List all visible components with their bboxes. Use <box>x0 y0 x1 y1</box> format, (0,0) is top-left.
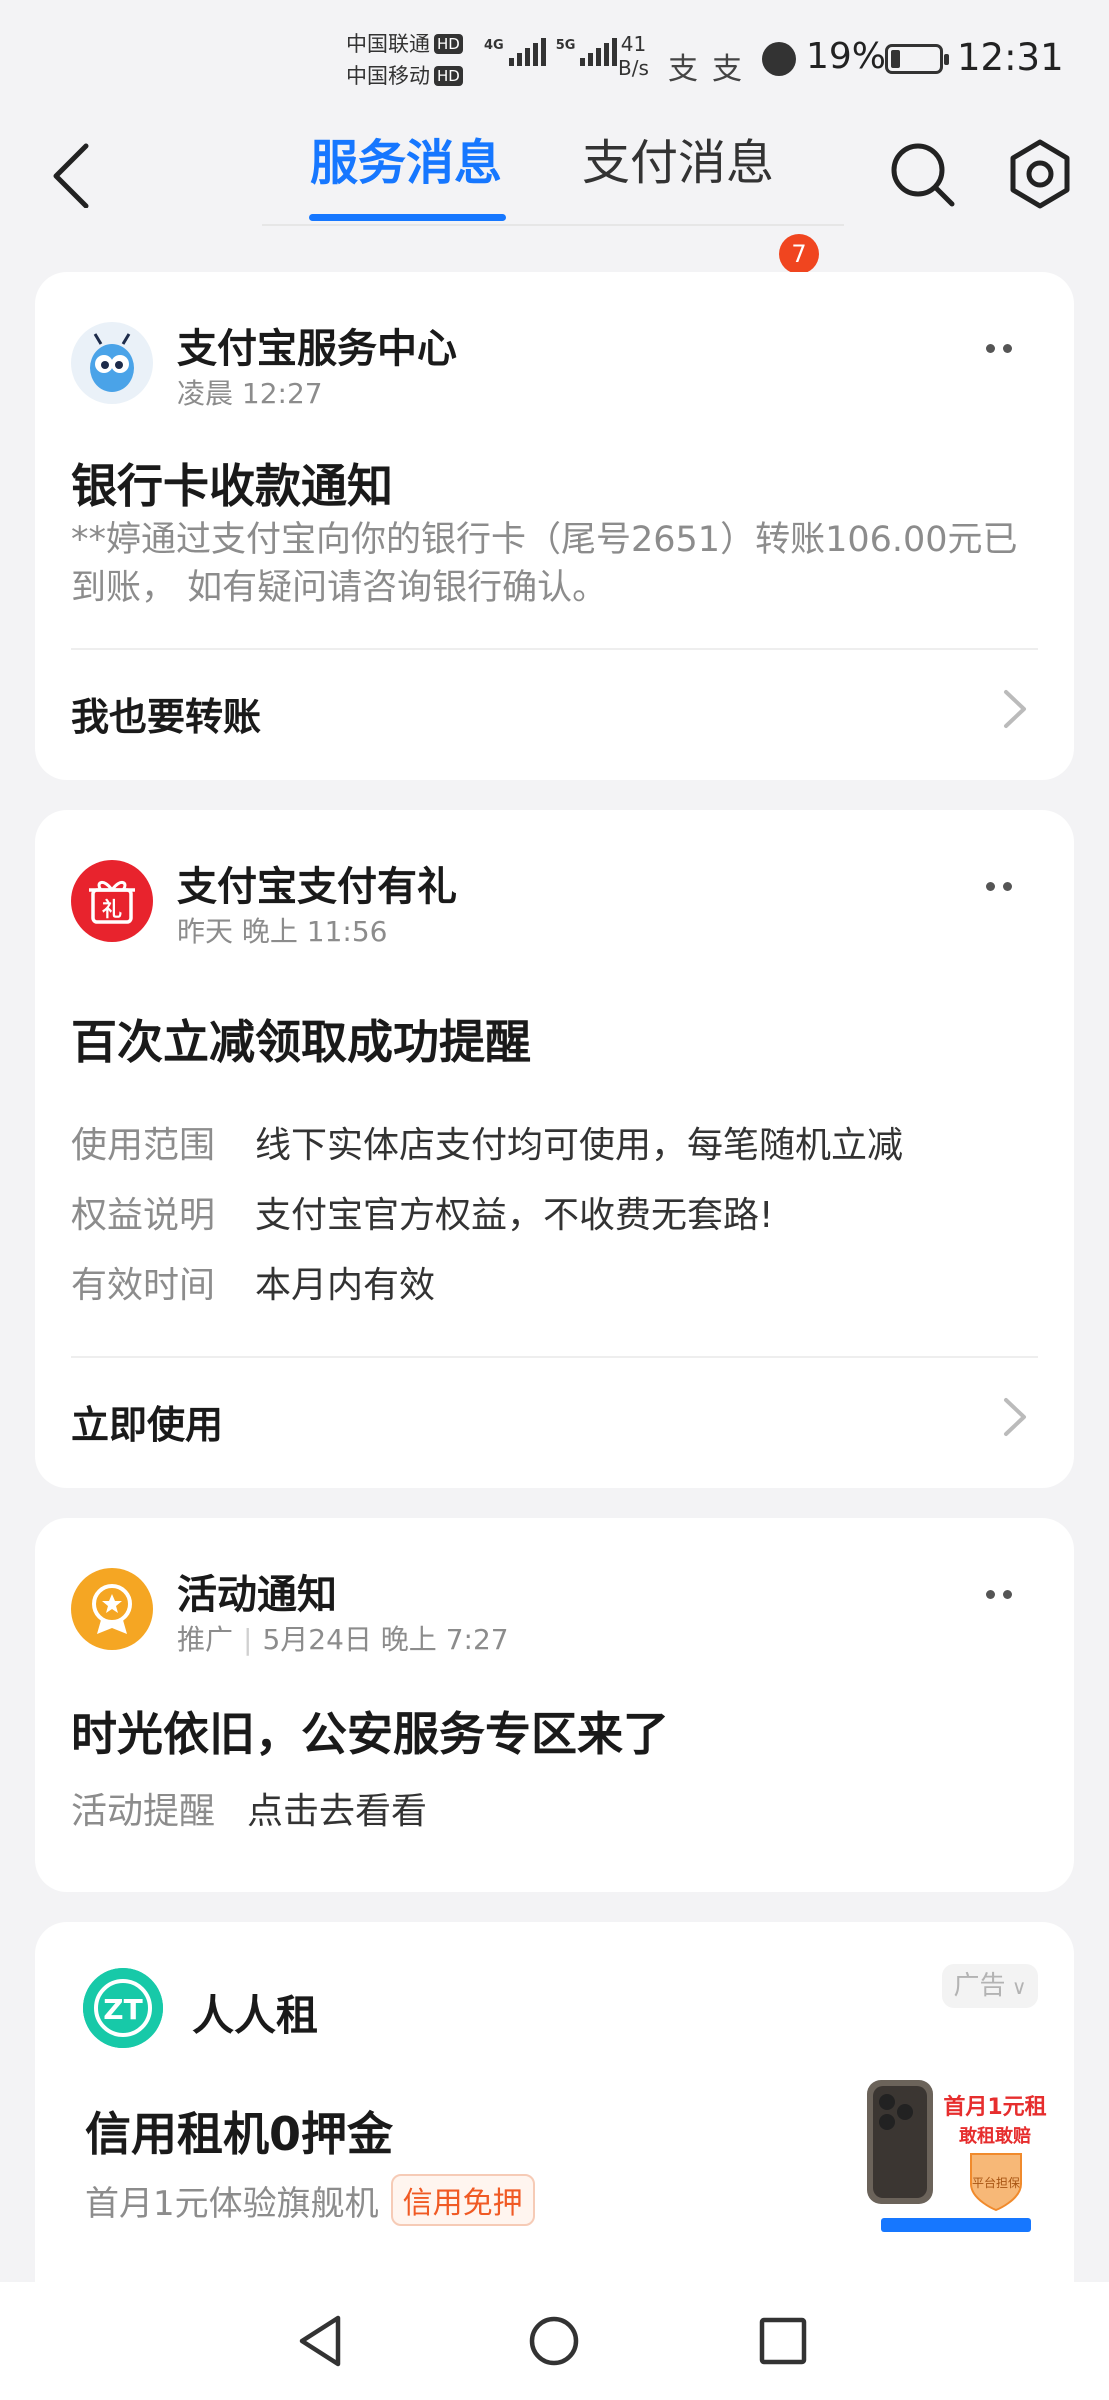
transfer-action-link[interactable]: 我也要转账 <box>71 686 261 741</box>
message-title: 银行卡收款通知 <box>71 459 393 513</box>
signal-icons: 4G 5G <box>484 38 618 66</box>
message-time: 凌晨 12:27 <box>177 377 323 410</box>
ad-brand-name: 人人租 <box>192 1991 319 2040</box>
more-icon[interactable] <box>974 1584 1024 1604</box>
alipay-notify-icon: 支 <box>668 52 698 87</box>
more-icon[interactable] <box>974 876 1024 896</box>
detail-row: 权益说明 支付宝官方权益，不收费无套路! <box>71 1192 773 1240</box>
alarm-icon <box>762 42 796 76</box>
circle-home-icon[interactable] <box>517 2304 591 2378</box>
ad-subtitle: 首月1元体验旗舰机 <box>85 2183 379 2224</box>
detail-row: 使用范围 线下实体店支付均可使用，每笔随机立减 <box>71 1122 903 1170</box>
detail-value: 支付宝官方权益，不收费无套路! <box>255 1195 774 1236</box>
battery-fill <box>891 50 900 68</box>
ad-phone-image[interactable]: 首月1元租 敢租敢赔 平台担保 <box>861 2070 1051 2270</box>
back-arrow-icon[interactable] <box>42 138 102 209</box>
detail-value: 本月内有效 <box>255 1265 436 1306</box>
clock: 12:31 <box>957 36 1064 79</box>
net-type-2: 5G <box>555 38 576 53</box>
ad-image-text-1: 首月1元租 <box>943 2094 1046 2120</box>
net-speed-unit: B/s <box>618 56 649 80</box>
message-card-bank-transfer[interactable]: 支付宝服务中心 凌晨 12:27 银行卡收款通知 **婷通过支付宝向你的银行卡（… <box>35 272 1074 780</box>
activity-avatar <box>71 1568 153 1650</box>
ad-label-dropdown[interactable]: 广告 ∨ <box>942 1964 1038 2008</box>
sender-name: 活动通知 <box>177 1572 337 1618</box>
message-time: 昨天 晚上 11:56 <box>177 915 388 948</box>
active-tab-indicator <box>309 214 506 221</box>
sender-name: 支付宝服务中心 <box>177 326 457 372</box>
ad-image-text-3: 平台担保 <box>972 2175 1020 2190</box>
message-title: 百次立减领取成功提醒 <box>71 1015 531 1069</box>
detail-value[interactable]: 点击去看看 <box>247 1788 427 1836</box>
gift-avatar-text: 礼 <box>102 897 122 921</box>
unread-badge: 7 <box>779 234 819 274</box>
more-icon[interactable] <box>974 338 1024 358</box>
ad-title: 信用租机0押金 <box>85 2107 394 2161</box>
square-recent-icon[interactable] <box>746 2304 820 2378</box>
alipay-service-avatar <box>71 322 153 404</box>
carrier-info: 中国联通 HD 中国移动 HD <box>346 28 463 92</box>
system-nav-bar <box>0 2282 1109 2400</box>
message-time: 推广 | 5月24日 晚上 7:27 <box>177 1623 509 1656</box>
tab-payment-messages[interactable]: 支付消息 <box>582 128 774 198</box>
svg-text:ZT: ZT <box>103 1993 142 2026</box>
ad-subtitle-row: 首月1元体验旗舰机 信用免押 <box>85 2174 535 2226</box>
ad-label: 广告 <box>953 1971 1006 2001</box>
sender-name: 支付宝支付有礼 <box>177 864 457 910</box>
tab-service-messages[interactable]: 服务消息 <box>310 128 502 198</box>
card-divider <box>71 1356 1038 1358</box>
renrenzu-logo-icon: ZT <box>83 1968 163 2048</box>
ad-card[interactable]: ZT 人人租 广告 ∨ 信用租机0押金 首月1元体验旗舰机 信用免押 首月1元租… <box>35 1922 1074 2342</box>
detail-label: 有效时间 <box>71 1265 216 1306</box>
carrier-1: 中国联通 <box>346 32 430 56</box>
message-time-value: 5月24日 晚上 7:27 <box>262 1623 509 1656</box>
message-card-activity[interactable]: 活动通知 推广 | 5月24日 晚上 7:27 时光依旧，公安服务专区来了 活动提醒… <box>35 1518 1074 1892</box>
gear-icon[interactable] <box>1000 134 1080 214</box>
detail-label: 权益说明 <box>71 1195 216 1236</box>
net-type-1: 4G <box>484 38 504 53</box>
hd-badge: HD <box>434 66 463 86</box>
signal-4g-icon: 4G <box>484 38 546 66</box>
tab-divider <box>262 224 844 226</box>
search-icon[interactable] <box>882 134 962 214</box>
message-body: **婷通过支付宝向你的银行卡（尾号2651）转账106.00元已到账， 如有疑问… <box>71 520 1018 608</box>
battery-percent: 19% <box>806 36 887 77</box>
card-divider <box>71 648 1038 650</box>
chevron-right-icon <box>996 1392 1032 1442</box>
page: 中国联通 HD 中国移动 HD 4G 5G 41 B/s 支 支 19% 12:31 <box>0 0 1109 2400</box>
header: 服务消息 支付消息 7 <box>0 118 1109 274</box>
message-title: 时光依旧，公安服务专区来了 <box>71 1707 669 1761</box>
hd-badge: HD <box>434 34 463 54</box>
ad-image-text-2: 敢租敢赔 <box>959 2125 1031 2147</box>
detail-row: 有效时间 本月内有效 <box>71 1262 435 1310</box>
carrier-2: 中国移动 <box>346 64 430 88</box>
net-speed-value: 41 <box>620 32 647 56</box>
gift-avatar: 礼 <box>71 860 153 942</box>
detail-label: 活动提醒 <box>71 1791 216 1832</box>
detail-label: 使用范围 <box>71 1125 216 1166</box>
promo-label: 推广 <box>177 1623 234 1656</box>
message-card-payment-gift[interactable]: 礼 支付宝支付有礼 昨天 晚上 11:56 百次立减领取成功提醒 使用范围 线下… <box>35 810 1074 1488</box>
net-speed: 41 B/s <box>618 32 649 80</box>
detail-row: 活动提醒 点击去看看 <box>71 1788 427 1836</box>
use-now-link[interactable]: 立即使用 <box>71 1394 223 1449</box>
alipay-notify-icon: 支 <box>712 52 742 87</box>
status-bar: 中国联通 HD 中国移动 HD 4G 5G 41 B/s 支 支 19% 12:31 <box>0 0 1109 118</box>
detail-value: 线下实体店支付均可使用，每笔随机立减 <box>255 1125 904 1166</box>
signal-5g-icon: 5G <box>556 38 618 66</box>
chevron-right-icon <box>996 684 1032 734</box>
ad-pill-tag: 信用免押 <box>390 2174 535 2226</box>
triangle-back-icon[interactable] <box>286 2304 360 2378</box>
battery-icon <box>885 44 949 74</box>
